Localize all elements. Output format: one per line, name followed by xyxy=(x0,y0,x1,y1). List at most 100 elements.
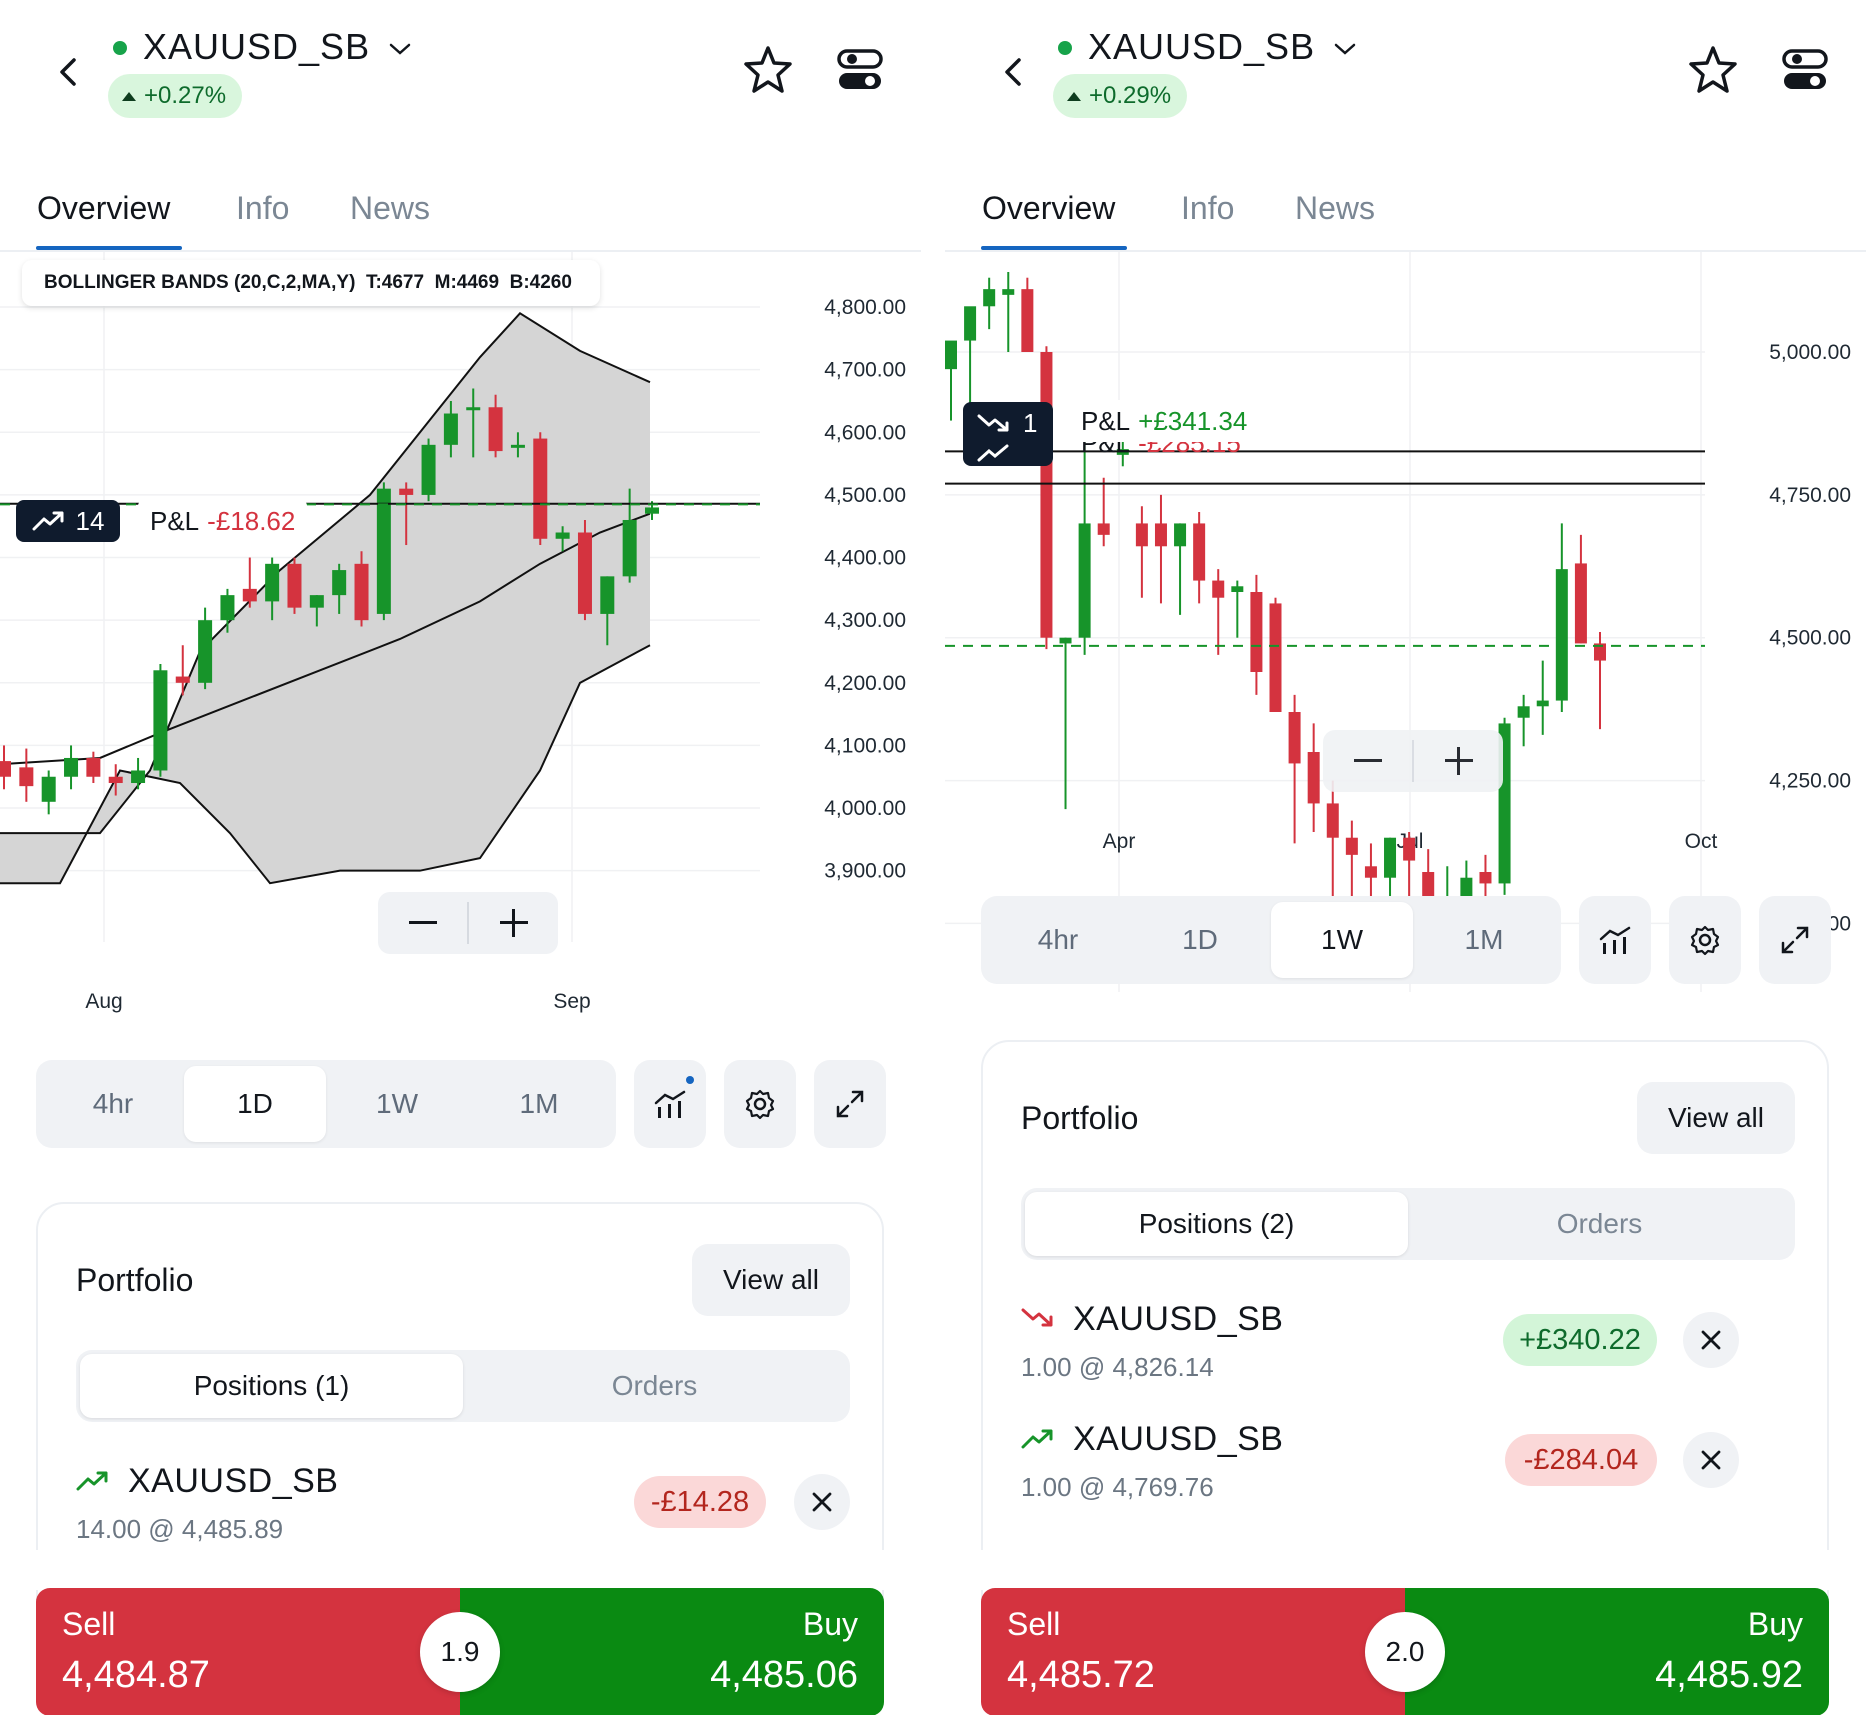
candle-body xyxy=(19,767,34,787)
close-position-button[interactable] xyxy=(1683,1432,1739,1488)
segment-positions[interactable]: Positions (1) xyxy=(80,1354,463,1418)
close-position-button[interactable] xyxy=(1683,1312,1739,1368)
segment-positions[interactable]: Positions (2) xyxy=(1025,1192,1408,1256)
timeframe-4hr[interactable]: 4hr xyxy=(42,1066,184,1142)
candle-body xyxy=(1555,569,1568,701)
position-symbol[interactable]: XAUUSD_SB xyxy=(128,1462,338,1501)
indicator-legend[interactable]: BOLLINGER BANDS (20,C,2,MA,Y) T:4677 M:4… xyxy=(22,260,600,306)
buy-button[interactable]: Buy 4,485.06 xyxy=(460,1588,884,1715)
gear-icon xyxy=(745,1089,775,1120)
symbol-title[interactable]: XAUUSD_SB xyxy=(1088,26,1315,68)
position-count-badge[interactable]: 14 xyxy=(16,500,120,542)
zoom-out-button[interactable] xyxy=(1323,730,1412,792)
y-tick-label: 4,250.00 xyxy=(1769,770,1851,793)
chart-settings-button[interactable] xyxy=(1669,896,1741,984)
candle-body xyxy=(1326,803,1339,838)
timeframe-1m[interactable]: 1M xyxy=(468,1066,610,1142)
up-triangle-icon xyxy=(122,91,136,101)
timeframe-4hr[interactable]: 4hr xyxy=(987,902,1129,978)
position-symbol[interactable]: XAUUSD_SB xyxy=(1073,1420,1283,1459)
bollinger-band-area xyxy=(0,313,650,884)
candle-body xyxy=(983,289,996,307)
indicators-button[interactable] xyxy=(634,1060,706,1148)
close-position-button[interactable] xyxy=(794,1474,850,1530)
timeframe-1m[interactable]: 1M xyxy=(1413,902,1555,978)
segment-orders[interactable]: Orders xyxy=(463,1354,846,1418)
tab-overview[interactable]: Overview xyxy=(982,190,1115,227)
pnl-tag: P&L -£18.62 xyxy=(138,500,308,542)
position-symbol[interactable]: XAUUSD_SB xyxy=(1073,1300,1283,1339)
timeframe-1d[interactable]: 1D xyxy=(184,1066,326,1142)
star-icon[interactable] xyxy=(1687,44,1739,96)
fullscreen-button[interactable] xyxy=(814,1060,886,1148)
indicators-icon xyxy=(1599,926,1631,954)
candle-body xyxy=(600,576,615,614)
indicators-button[interactable] xyxy=(1579,896,1651,984)
portfolio-title: Portfolio xyxy=(76,1262,194,1298)
timeframe-selector: 4hr 1D 1W 1M xyxy=(36,1060,616,1148)
view-all-button[interactable]: View all xyxy=(692,1244,850,1316)
expand-icon xyxy=(836,1090,864,1118)
candle-body xyxy=(1231,586,1244,592)
tab-info[interactable]: Info xyxy=(236,190,289,227)
candle-body xyxy=(242,588,257,602)
candle-body xyxy=(1002,289,1015,295)
market-open-dot xyxy=(1058,41,1072,55)
chevron-down-icon[interactable] xyxy=(1331,38,1359,60)
sell-button[interactable]: Sell 4,484.87 xyxy=(36,1588,460,1715)
trend-up-icon xyxy=(76,1471,108,1491)
candle-body xyxy=(533,438,548,539)
chevron-down-icon[interactable] xyxy=(386,38,414,60)
toggle-settings-icon[interactable] xyxy=(836,46,884,94)
timeframe-1w[interactable]: 1W xyxy=(326,1066,468,1142)
zoom-in-button[interactable] xyxy=(1414,730,1503,792)
tab-news[interactable]: News xyxy=(1295,190,1375,227)
candle-body xyxy=(86,757,101,777)
y-tick-label: 4,100.00 xyxy=(824,734,906,757)
back-arrow-icon[interactable] xyxy=(48,48,88,96)
trend-up-icon xyxy=(32,511,64,531)
candle-body xyxy=(1307,752,1320,804)
tab-news[interactable]: News xyxy=(350,190,430,227)
buy-button[interactable]: Buy 4,485.92 xyxy=(1405,1588,1829,1715)
position-count-badge[interactable]: 1 xyxy=(963,402,1053,466)
back-arrow-icon[interactable] xyxy=(993,48,1033,96)
y-tick-label: 3,900.00 xyxy=(824,860,906,883)
tab-info[interactable]: Info xyxy=(1181,190,1234,227)
zoom-in-button[interactable] xyxy=(469,892,558,954)
trade-bar: Sell 4,485.72 Buy 4,485.92 2.0 xyxy=(981,1588,1829,1715)
fullscreen-button[interactable] xyxy=(1759,896,1831,984)
candle-body xyxy=(1021,289,1034,352)
toggle-settings-icon[interactable] xyxy=(1781,46,1829,94)
candle-body xyxy=(1384,837,1397,878)
buy-price: 4,485.06 xyxy=(710,1654,858,1696)
candle-body xyxy=(376,488,391,614)
timeframe-1w[interactable]: 1W xyxy=(1271,902,1413,978)
screen-divider xyxy=(921,0,945,1715)
zoom-out-button[interactable] xyxy=(378,892,467,954)
candle-body xyxy=(399,488,414,495)
candle-body xyxy=(555,532,570,539)
y-tick-label: 4,750.00 xyxy=(1769,484,1851,507)
segment-orders[interactable]: Orders xyxy=(1408,1192,1791,1256)
symbol-title[interactable]: XAUUSD_SB xyxy=(143,26,370,68)
candle-body xyxy=(1536,700,1549,707)
candle-body xyxy=(488,407,503,452)
y-tick-label: 5,000.00 xyxy=(1769,341,1851,364)
x-tick-label: Apr xyxy=(1103,830,1136,853)
position-pnl-badge: -£14.28 xyxy=(634,1476,766,1528)
zoom-control xyxy=(1323,730,1503,792)
view-all-button[interactable]: View all xyxy=(1637,1082,1795,1154)
spread-badge: 2.0 xyxy=(1365,1612,1445,1692)
minus-icon xyxy=(408,921,437,924)
star-icon[interactable] xyxy=(742,44,794,96)
portfolio-title: Portfolio xyxy=(1021,1100,1139,1136)
candle-body xyxy=(175,676,190,683)
candle-body xyxy=(1250,592,1263,672)
sell-price: 4,485.72 xyxy=(1007,1654,1155,1696)
tab-overview[interactable]: Overview xyxy=(37,190,170,227)
chart-settings-button[interactable] xyxy=(724,1060,796,1148)
timeframe-1d[interactable]: 1D xyxy=(1129,902,1271,978)
market-open-dot xyxy=(113,41,127,55)
sell-button[interactable]: Sell 4,485.72 xyxy=(981,1588,1405,1715)
